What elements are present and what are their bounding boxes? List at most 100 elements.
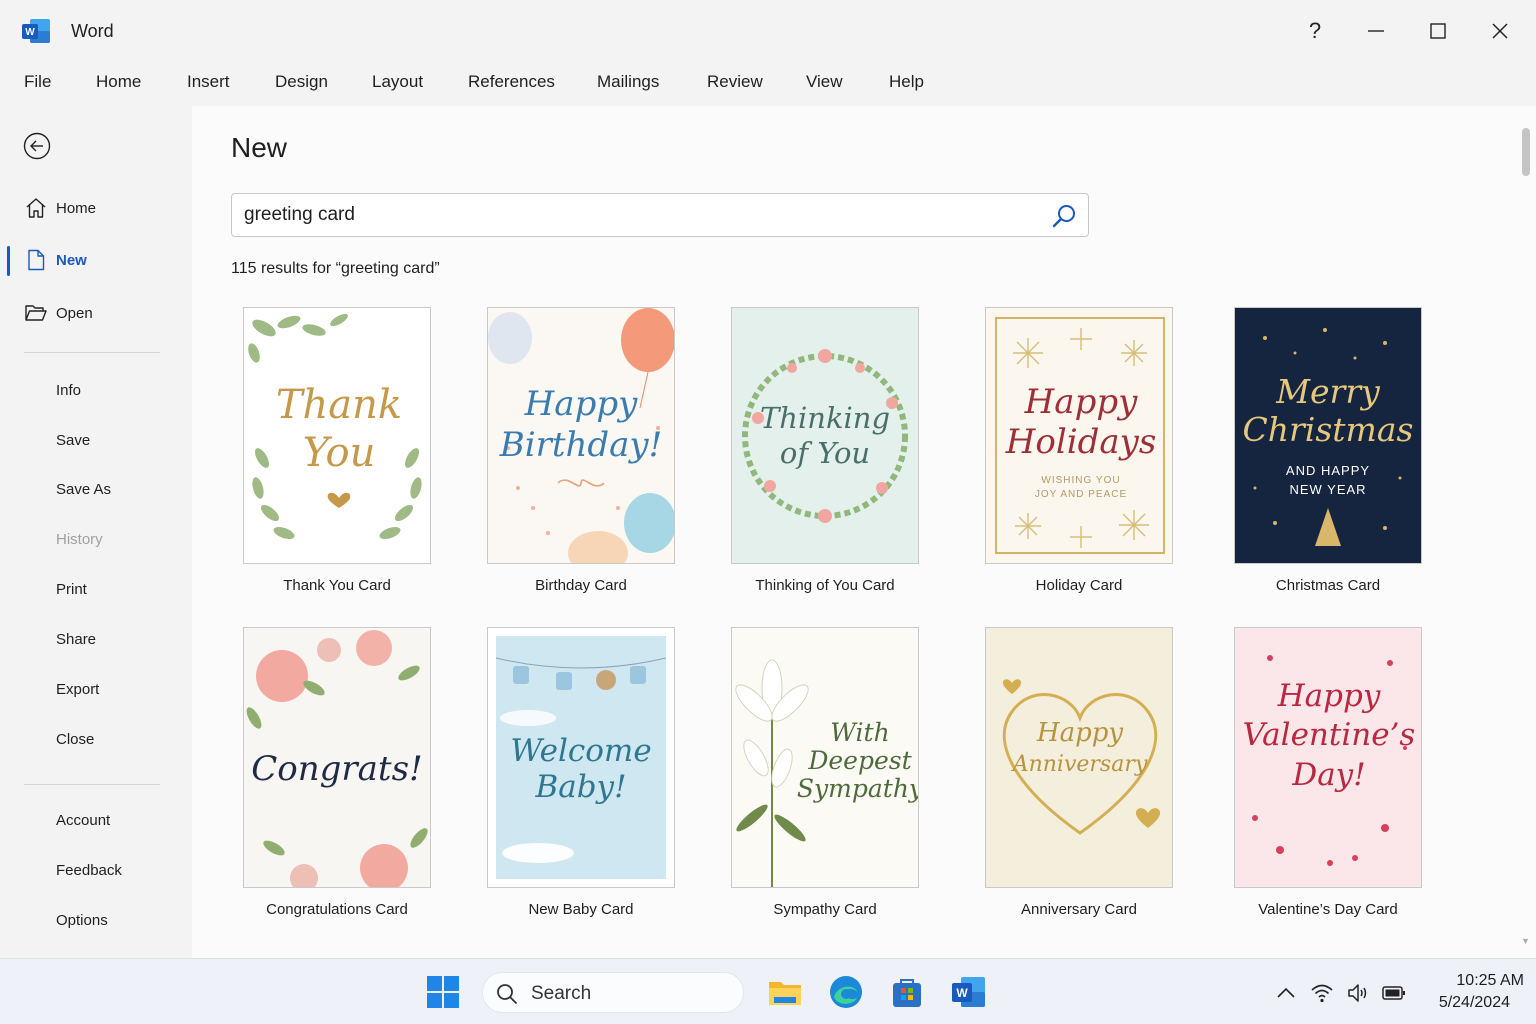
card-text: Holidays: [1005, 422, 1157, 462]
sidebar-item-info[interactable]: Info: [56, 382, 81, 399]
card-text: Congrats!: [251, 749, 422, 789]
chevron-up-icon[interactable]: [1274, 981, 1298, 1005]
template-thumbnail[interactable]: Happy Anniversary: [985, 627, 1173, 888]
card-text: Welcome: [510, 733, 651, 769]
card-text: Valentine’s: [1243, 717, 1416, 753]
active-indicator: [7, 246, 10, 276]
file-explorer-icon[interactable]: [768, 975, 802, 1009]
template-thumbnail[interactable]: Thank You: [243, 307, 431, 564]
taskbar-search-label: Search: [531, 983, 592, 1004]
template-label: Holiday Card: [1035, 577, 1123, 594]
word-logo-icon: W: [22, 19, 50, 43]
template-thumbnail[interactable]: Welcome Baby!: [487, 627, 675, 888]
results-count: 115 results for “greeting card”: [231, 260, 440, 277]
sidebar-item-options[interactable]: Options: [56, 912, 108, 929]
taskbar-search[interactable]: Search: [482, 972, 744, 1013]
menu-references[interactable]: References: [468, 72, 555, 92]
minimize-button[interactable]: [1359, 14, 1393, 48]
template-label: New Baby Card: [528, 901, 634, 918]
template-thumbnail[interactable]: With Deepest Sympathy: [731, 627, 919, 888]
store-icon[interactable]: [890, 975, 924, 1009]
card-text: Anniversary: [1011, 752, 1148, 777]
congratulations-card-image: Congrats!: [244, 628, 430, 887]
menu-bar: File Home Insert Design Layout Reference…: [0, 62, 1536, 106]
template-label: Birthday Card: [535, 577, 627, 594]
start-icon[interactable]: [426, 975, 460, 1009]
scroll-down-icon[interactable]: ▼: [1521, 936, 1531, 946]
card-text: Thank: [276, 382, 402, 428]
sidebar-item-save-as[interactable]: Save As: [56, 481, 111, 498]
sidebar-item-label: Open: [56, 304, 93, 322]
template-label: Thinking of You Card: [755, 577, 895, 594]
taskbar-date[interactable]: 5/24/2024: [1420, 994, 1510, 1012]
app-title: Word: [71, 21, 114, 41]
sidebar-item-print[interactable]: Print: [56, 581, 87, 598]
template-thumbnail[interactable]: Congrats!: [243, 627, 431, 888]
card-text: You: [303, 430, 376, 476]
close-window-button[interactable]: [1483, 14, 1517, 48]
help-button[interactable]: ?: [1298, 14, 1332, 48]
menu-view[interactable]: View: [806, 72, 843, 92]
sympathy-card-image: With Deepest Sympathy: [732, 628, 918, 887]
scrollbar-thumb[interactable]: [1522, 128, 1530, 176]
template-thumbnail[interactable]: Happy Holidays WISHING YOU JOY AND PEACE: [985, 307, 1173, 564]
vertical-scrollbar[interactable]: ▼: [1518, 106, 1536, 958]
template-thumbnail[interactable]: Happy Birthday!: [487, 307, 675, 564]
page-title: New: [231, 132, 288, 163]
card-text: With: [830, 718, 889, 747]
template-search-input[interactable]: [244, 202, 1024, 228]
sidebar-item-account[interactable]: Account: [56, 812, 110, 829]
template-thumbnail[interactable]: Merry Christmas AND HAPPY NEW YEAR: [1234, 307, 1422, 564]
card-text: Thinking: [760, 401, 890, 435]
menu-insert[interactable]: Insert: [187, 72, 230, 92]
card-text: JOY AND PEACE: [1035, 489, 1127, 500]
christmas-card-image: Merry Christmas AND HAPPY NEW YEAR: [1235, 308, 1421, 563]
card-text: Merry: [1275, 372, 1380, 411]
search-icon: [497, 984, 517, 1004]
sidebar-item-close[interactable]: Close: [56, 731, 94, 748]
search-icon[interactable]: [1050, 202, 1078, 230]
card-text: Day!: [1291, 757, 1365, 793]
thinking-of-you-card-image: Thinking of You: [732, 308, 918, 563]
sidebar-item-save[interactable]: Save: [56, 432, 90, 449]
sidebar-item-label: New: [56, 251, 87, 269]
new-baby-card-image: Welcome Baby!: [488, 628, 674, 887]
card-text: Birthday!: [499, 425, 663, 465]
thank-you-card-image: Thank You: [244, 308, 430, 563]
card-text: WISHING YOU: [1041, 475, 1120, 486]
anniversary-card-image: Happy Anniversary: [986, 628, 1172, 887]
sidebar-divider: [24, 784, 160, 785]
menu-layout[interactable]: Layout: [372, 72, 423, 92]
menu-review[interactable]: Review: [707, 72, 763, 92]
edge-icon[interactable]: [829, 975, 863, 1009]
sidebar-item-new[interactable]: New: [0, 240, 192, 280]
back-arrow-icon[interactable]: [23, 132, 51, 160]
menu-design[interactable]: Design: [275, 72, 328, 92]
taskbar-time[interactable]: 10:25 AM: [1420, 972, 1524, 990]
menu-home[interactable]: Home: [96, 72, 141, 92]
menu-mailings[interactable]: Mailings: [597, 72, 659, 92]
card-text: Baby!: [534, 769, 626, 805]
volume-icon[interactable]: [1346, 981, 1370, 1005]
sidebar-item-export[interactable]: Export: [56, 681, 99, 698]
menu-file[interactable]: File: [24, 72, 51, 92]
template-thumbnail[interactable]: Happy Valentine’s Day!: [1234, 627, 1422, 888]
word-icon[interactable]: W: [951, 975, 985, 1009]
template-label: Valentine’s Day Card: [1258, 901, 1398, 918]
sidebar-item-label: Home: [56, 199, 97, 217]
new-document-pane: New 115 results for “greeting card”: [192, 106, 1518, 958]
sidebar-item-open[interactable]: Open: [0, 293, 192, 333]
holiday-card-image: Happy Holidays WISHING YOU JOY AND PEACE: [986, 308, 1172, 563]
taskbar: Search W 10:25 AM 5/24/2024: [0, 958, 1536, 1024]
sidebar-item-home[interactable]: Home: [0, 188, 192, 228]
wifi-icon[interactable]: [1310, 981, 1334, 1005]
template-label: Congratulations Card: [266, 901, 408, 918]
menu-help[interactable]: Help: [889, 72, 924, 92]
new-document-icon: [28, 249, 45, 271]
sidebar-divider: [24, 352, 160, 353]
sidebar-item-feedback[interactable]: Feedback: [56, 862, 122, 879]
battery-icon[interactable]: [1382, 981, 1406, 1005]
sidebar-item-share[interactable]: Share: [56, 631, 96, 648]
maximize-button[interactable]: [1421, 14, 1455, 48]
template-thumbnail[interactable]: Thinking of You: [731, 307, 919, 564]
